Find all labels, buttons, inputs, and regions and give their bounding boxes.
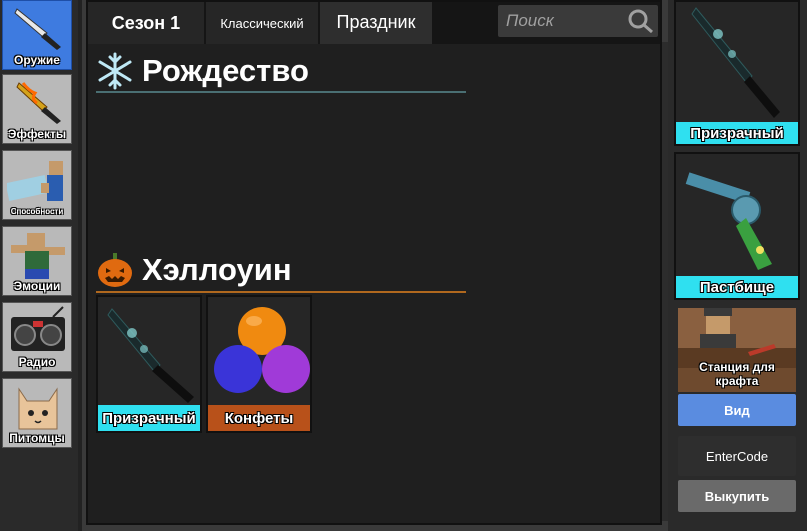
redeem-button[interactable]: Выкупить [678,480,796,512]
tab-holiday[interactable]: Праздник [320,2,432,44]
snowflake-icon [98,52,132,90]
sidebar-item-pets[interactable]: Питомцы [2,378,72,448]
search-icon[interactable] [628,9,654,33]
equipped-knife-slot[interactable]: Призрачный [674,0,800,146]
flame-knife-icon [16,82,61,124]
revolver-icon [685,172,772,270]
section-header-christmas: Рождество [96,52,309,90]
tab-bar: Сезон 1 Классический Праздник [88,2,660,44]
sidebar-item-label: Эффекты [7,127,67,141]
item-card-ghost-knife[interactable]: Призрачный [96,295,202,433]
equipped-knife-name: Призрачный [676,122,798,144]
sidebar-item-label: Эмоции [13,279,61,293]
ability-icon [7,161,63,201]
sidebar-item-label: Радио [18,355,56,369]
inventory-panel: Сезон 1 Классический Праздник Рож [86,0,662,525]
item-name: Конфеты [208,405,310,431]
sidebar-item-weapons[interactable]: Оружие [2,0,72,70]
search-box [498,5,658,37]
item-name: Призрачный [98,405,200,431]
section-divider-halloween [96,291,466,293]
crafting-station-label: Станция для крафта [699,360,775,388]
knife-icon [14,8,61,50]
section-title-christmas: Рождество [142,53,309,88]
equipped-panel: Призрачный Пастбище Станция для крафта В… [668,0,807,531]
section-title-halloween: Хэллоуин [142,252,292,287]
search-input[interactable] [506,11,626,31]
section-divider-christmas [96,91,466,93]
view-button[interactable]: Вид [678,394,796,426]
crafting-station[interactable]: Станция для крафта [678,308,796,392]
emote-icon [11,233,65,279]
item-list: Рождество Хэллоуин Призрачный Конфеты [88,44,660,523]
pumpkin-icon [98,253,132,287]
sidebar-item-label: Способности [10,207,64,216]
sidebar-item-emotes[interactable]: Эмоции [2,226,72,296]
sidebar-scrollbar[interactable] [78,0,82,531]
enter-code-input[interactable]: EnterCode [678,436,796,476]
sidebar-item-radio[interactable]: Радио [2,302,72,372]
ghost-knife-icon [691,7,780,118]
sidebar-item-label: Питомцы [9,431,65,445]
category-sidebar: Оружие Эффекты Способности Эмоции Радио … [0,0,78,531]
sidebar-item-abilities[interactable]: Способности [2,150,72,220]
radio-icon [11,306,65,351]
pet-icon [18,387,58,430]
sidebar-item-label: Оружие [14,53,60,67]
ghost-knife-icon [107,308,194,403]
crafting-station-icon [678,308,796,368]
tab-season[interactable]: Сезон 1 [88,2,204,44]
equipped-gun-name: Пастбище [676,276,798,298]
section-header-halloween: Хэллоуин [96,252,292,288]
item-card-candy[interactable]: Конфеты [206,295,312,433]
tab-classic[interactable]: Классический [206,2,318,44]
equipped-gun-slot[interactable]: Пастбище [674,152,800,300]
candy-icon [214,307,310,393]
sidebar-item-effects[interactable]: Эффекты [2,74,72,144]
